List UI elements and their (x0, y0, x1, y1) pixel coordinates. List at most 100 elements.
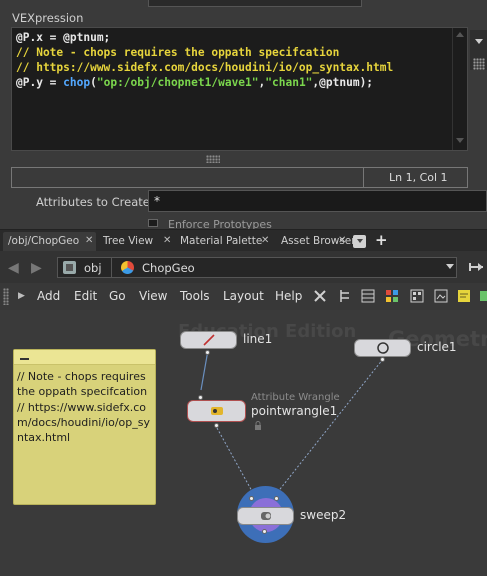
menu-edit[interactable]: Edit (74, 289, 97, 303)
parameter-strip (148, 0, 362, 7)
attributes-to-create-label: Attributes to Create (36, 195, 150, 209)
chevron-down-icon[interactable] (475, 39, 483, 44)
sticky-note-text[interactable]: // Note - chops requires the oppath spec… (17, 369, 153, 445)
code-line[interactable]: @P.y = chop("op:/obj/chopnet1/wave1","ch… (16, 76, 373, 89)
tab-label: /obj/ChopGeo (8, 235, 80, 247)
obj-context-icon (63, 261, 76, 274)
code-function: chop (63, 76, 91, 89)
code-line[interactable]: // https://www.sidefx.com/docs/houdini/i… (16, 61, 393, 74)
wrangle-sop-icon (211, 407, 223, 415)
code-string: "op:/obj/chopnet1/wave1" (96, 76, 259, 89)
node-label[interactable]: sweep2 (300, 508, 346, 522)
attributes-to-create-field[interactable] (148, 190, 487, 212)
close-icon[interactable]: ✕ (85, 235, 93, 246)
add-tab-button[interactable]: + (375, 231, 388, 249)
forward-arrow-icon[interactable]: ▶ (31, 260, 42, 276)
tab-menu-button[interactable] (353, 235, 366, 248)
input-connector[interactable] (249, 496, 254, 501)
circle-sop-icon (377, 342, 389, 354)
menu-go[interactable]: Go (109, 289, 126, 303)
path-current[interactable]: ChopGeo (142, 261, 195, 275)
editor-resize-grip[interactable] (206, 155, 220, 163)
close-icon[interactable]: ✕ (261, 235, 269, 246)
node-label[interactable]: line1 (243, 332, 272, 346)
sweep-sop-icon (261, 512, 271, 520)
vexpression-label: VEXpression (12, 11, 84, 25)
dock-grip-icon[interactable] (473, 58, 485, 70)
code-comment: // Note - chops requires the oppath spec… (16, 46, 340, 59)
tab-material-palette[interactable]: Material Palette (177, 232, 274, 251)
wire-circle1-sweep2 (276, 358, 384, 494)
network-editor[interactable]: Education Edition Geometry // Note - cho… (0, 310, 487, 576)
node-type-label: Attribute Wrangle (251, 392, 340, 403)
vex-code-editor[interactable]: @P.x = @ptnum; // Note - chops requires … (11, 27, 468, 151)
sticky-note[interactable]: // Note - chops requires the oppath spec… (13, 349, 156, 505)
image-view-icon[interactable] (434, 289, 448, 303)
chevron-down-icon[interactable] (446, 264, 454, 269)
network-box-icon[interactable] (479, 289, 487, 303)
node-pointwrangle1[interactable] (187, 400, 246, 422)
menu-tools[interactable]: Tools (180, 289, 210, 303)
output-connector[interactable] (262, 529, 267, 534)
wrench-icon[interactable] (313, 289, 327, 303)
scroll-up-icon[interactable] (456, 32, 464, 37)
node-label[interactable]: pointwrangle1 (251, 404, 337, 418)
tab-network-editor[interactable]: /obj/ChopGeo (3, 232, 96, 251)
menu-layout[interactable]: Layout (223, 289, 264, 303)
editor-options-dock[interactable] (470, 30, 487, 70)
node-circle1[interactable] (354, 339, 411, 357)
output-connector[interactable] (380, 357, 385, 362)
input-connector[interactable] (198, 395, 203, 400)
close-icon[interactable]: ✕ (163, 235, 171, 246)
code-token: ( (90, 76, 97, 89)
network-menu-bar: ▶ Add Edit Go View Tools Layout Help (0, 283, 487, 310)
code-string: "chan1" (265, 76, 313, 89)
pane-tab-bar: /obj/ChopGeo ✕ Tree View ✕ Material Pale… (0, 229, 487, 251)
code-token: ,@ptnum); (312, 76, 374, 89)
list-view-icon[interactable] (361, 289, 375, 303)
status-divider (363, 168, 364, 187)
grid-view-icon[interactable] (410, 289, 424, 303)
back-arrow-icon[interactable]: ◀ (8, 260, 19, 276)
geometry-node-icon (121, 261, 134, 274)
node-label[interactable]: circle1 (417, 340, 457, 354)
network-path-bar: ◀ ▶ obj ChopGeo (0, 251, 487, 283)
parameter-pane: VEXpression @P.x = @ptnum; // Note - cho… (0, 0, 487, 231)
menu-view[interactable]: View (139, 289, 167, 303)
lock-icon (255, 421, 261, 430)
collapse-icon[interactable] (20, 353, 29, 360)
input-connector[interactable] (274, 496, 279, 501)
tab-label: Tree View (103, 235, 154, 247)
toolbar-grip-icon[interactable] (3, 288, 9, 305)
path-field[interactable]: obj ChopGeo (57, 257, 457, 278)
close-icon[interactable]: ✕ (338, 235, 346, 246)
output-connector[interactable] (214, 423, 219, 428)
editor-status-bar: Ln 1, Col 1 (11, 167, 468, 188)
code-token: @P.y = (16, 76, 64, 89)
node-sweep2[interactable] (237, 507, 294, 525)
output-connector[interactable] (205, 350, 210, 355)
path-root[interactable]: obj (84, 261, 102, 275)
node-line1[interactable] (180, 331, 237, 349)
scroll-down-icon[interactable] (456, 138, 464, 143)
pin-icon[interactable] (468, 260, 485, 274)
code-token: @P.x = @ptnum; (16, 31, 111, 44)
sticky-note-icon[interactable] (457, 289, 471, 303)
line-sop-icon (203, 334, 215, 346)
code-vertical-scrollbar[interactable] (452, 28, 466, 150)
menu-add[interactable]: Add (37, 289, 60, 303)
wire-pointwrangle1-sweep2 (216, 427, 254, 494)
toolbar-collapse-icon[interactable]: ▶ (18, 291, 25, 301)
code-line[interactable]: @P.x = @ptnum; (16, 31, 110, 44)
color-palette-icon[interactable] (385, 289, 399, 303)
menu-help[interactable]: Help (275, 289, 302, 303)
sticky-note-header[interactable] (14, 350, 155, 365)
code-comment: // https://www.sidefx.com/docs/houdini/i… (16, 61, 394, 74)
tree-layout-icon[interactable] (338, 289, 352, 303)
cursor-position-readout: Ln 1, Col 1 (389, 171, 448, 184)
tab-label: Material Palette (180, 235, 263, 247)
code-line[interactable]: // Note - chops requires the oppath spec… (16, 46, 339, 59)
wire-line1-pointwrangle1 (200, 349, 209, 391)
enforce-prototypes-checkbox[interactable] (148, 219, 158, 227)
path-separator (111, 258, 112, 277)
